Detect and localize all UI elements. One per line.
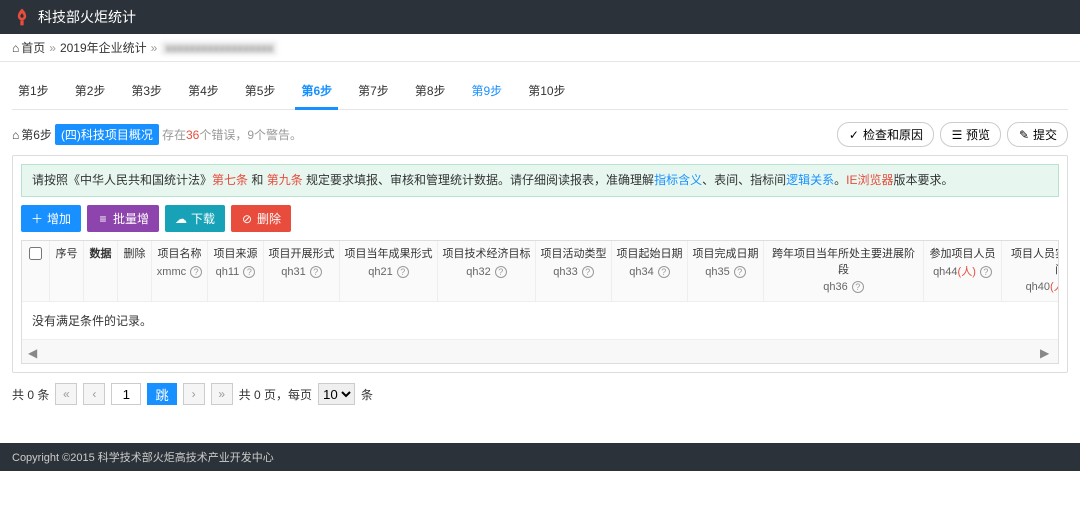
column-header: 项目名称xmmc ?	[152, 241, 208, 301]
preview-button[interactable]: ☰预览	[940, 122, 1001, 147]
batch-icon: ≡	[97, 213, 109, 225]
scroll-left-icon[interactable]: ◀	[28, 346, 40, 358]
batch-add-button[interactable]: ≡批量增	[87, 205, 159, 232]
page-size-select[interactable]: 10	[318, 383, 355, 405]
tab-step[interactable]: 第6步	[297, 76, 336, 109]
help-icon[interactable]: ?	[980, 266, 992, 278]
jump-button[interactable]: 跳	[147, 383, 176, 405]
tab-step[interactable]: 第2步	[71, 76, 110, 109]
column-header: 删除	[118, 241, 152, 301]
page-suffix: 条	[361, 386, 373, 403]
help-icon[interactable]: ?	[243, 266, 255, 278]
tab-step[interactable]: 第8步	[411, 76, 450, 109]
help-icon[interactable]: ?	[852, 281, 864, 293]
home-icon: ⌂	[12, 41, 19, 55]
column-header: 项目人员实际工作时间qh40(人月) ?	[1002, 241, 1059, 301]
crumb-sep: »	[49, 41, 56, 55]
brand-title: 科技部火炬统计	[38, 7, 136, 27]
help-icon[interactable]: ?	[190, 266, 202, 278]
tab-step[interactable]: 第5步	[241, 76, 280, 109]
preview-icon: ☰	[951, 129, 963, 141]
tab-step[interactable]: 第3步	[127, 76, 166, 109]
top-bar: 科技部火炬统计	[0, 0, 1080, 34]
step-title-row: ⌂ 第6步 (四)科技项目概况 存在 36 个错误 ， 9 个警告。	[12, 124, 302, 145]
prev-page-button[interactable]: ‹	[83, 383, 105, 405]
data-table: 序号数据删除项目名称xmmc ?项目来源qh11 ?项目开展形式qh31 ?项目…	[21, 240, 1059, 364]
column-header: 参加项目人员qh44(人) ?	[924, 241, 1002, 301]
step-title-chip: (四)科技项目概况	[55, 124, 159, 145]
column-header: 项目活动类型qh33 ?	[536, 241, 612, 301]
warn-label: 个警告。	[254, 126, 302, 143]
column-header	[22, 241, 50, 301]
next-page-button[interactable]: ›	[183, 383, 205, 405]
logic-relation-link[interactable]: 逻辑关系	[786, 173, 834, 187]
column-header: 项目开展形式qh31 ?	[264, 241, 340, 301]
exists-label: 存在	[162, 126, 186, 143]
column-header: 序号	[50, 241, 84, 301]
plus-icon: ＋	[31, 213, 43, 225]
column-header: 项目完成日期qh35 ?	[688, 241, 764, 301]
help-icon[interactable]: ?	[397, 266, 409, 278]
submit-icon: ✎	[1018, 129, 1030, 141]
tab-step[interactable]: 第7步	[354, 76, 393, 109]
error-count: 36	[186, 128, 199, 142]
home-icon: ⌂	[12, 128, 19, 142]
check-reason-button[interactable]: ✓检查和原因	[837, 122, 934, 147]
column-header: 项目当年成果形式qh21 ?	[340, 241, 438, 301]
footer: Copyright ©2015 科学技术部火炬高技术产业开发中心	[0, 443, 1080, 471]
scroll-right-icon[interactable]: ▶	[1040, 346, 1052, 358]
error-label: 个错误	[199, 126, 235, 143]
help-icon[interactable]: ?	[734, 266, 746, 278]
indicator-meaning-link[interactable]: 指标含义	[654, 173, 702, 187]
horizontal-scrollbar[interactable]: ◀ ▶	[22, 339, 1058, 363]
empty-message: 没有满足条件的记录。	[22, 301, 1058, 339]
crumb-home[interactable]: 首页	[21, 39, 45, 56]
total-count: 共 0 条	[12, 386, 49, 403]
help-icon[interactable]: ?	[658, 266, 670, 278]
page-info: 共 0 页，每页	[239, 386, 312, 403]
help-icon[interactable]: ?	[495, 266, 507, 278]
tab-step[interactable]: 第9步	[468, 76, 507, 109]
notice-banner: 请按照《中华人民共和国统计法》第七条 和 第九条 规定要求填报、审核和管理统计数…	[21, 164, 1059, 197]
column-header: 跨年项目当年所处主要进展阶段qh36 ?	[764, 241, 924, 301]
crumb-current: xxxxxxxxxxxxxxxxxx	[161, 41, 277, 55]
check-icon: ✓	[848, 129, 860, 141]
step-prefix: 第6步	[21, 126, 52, 143]
add-button[interactable]: ＋增加	[21, 205, 81, 232]
delete-icon: ⊘	[241, 213, 253, 225]
step-tabs: 第1步第2步第3步第4步第5步第6步第7步第8步第9步第10步	[12, 70, 1068, 110]
torch-logo-icon	[12, 7, 32, 27]
column-header: 项目技术经济目标qh32 ?	[438, 241, 536, 301]
page-input[interactable]	[111, 383, 141, 405]
download-button[interactable]: ☁下载	[165, 205, 225, 232]
help-icon[interactable]: ?	[310, 266, 322, 278]
column-header: 项目来源qh11 ?	[208, 241, 264, 301]
breadcrumb: ⌂ 首页 » 2019年企业统计 » xxxxxxxxxxxxxxxxxx	[0, 34, 1080, 62]
warn-count: 9	[247, 128, 254, 142]
pagination: 共 0 条 « ‹ 跳 › » 共 0 页，每页 10 条	[12, 383, 1068, 405]
tab-step[interactable]: 第1步	[14, 76, 53, 109]
submit-button[interactable]: ✎提交	[1007, 122, 1068, 147]
help-icon[interactable]: ?	[582, 266, 594, 278]
crumb-year[interactable]: 2019年企业统计	[60, 39, 147, 56]
table-header: 序号数据删除项目名称xmmc ?项目来源qh11 ?项目开展形式qh31 ?项目…	[22, 241, 1058, 301]
sep: ，	[235, 126, 247, 143]
crumb-sep: »	[151, 41, 158, 55]
delete-button[interactable]: ⊘删除	[231, 205, 291, 232]
first-page-button[interactable]: «	[55, 383, 77, 405]
download-icon: ☁	[175, 213, 187, 225]
column-header: 项目起始日期qh34 ?	[612, 241, 688, 301]
main-panel: 请按照《中华人民共和国统计法》第七条 和 第九条 规定要求填报、审核和管理统计数…	[12, 155, 1068, 373]
column-header: 数据	[84, 241, 118, 301]
tab-step[interactable]: 第4步	[184, 76, 223, 109]
tab-step[interactable]: 第10步	[524, 76, 569, 109]
last-page-button[interactable]: »	[211, 383, 233, 405]
select-all-checkbox[interactable]	[29, 247, 42, 260]
